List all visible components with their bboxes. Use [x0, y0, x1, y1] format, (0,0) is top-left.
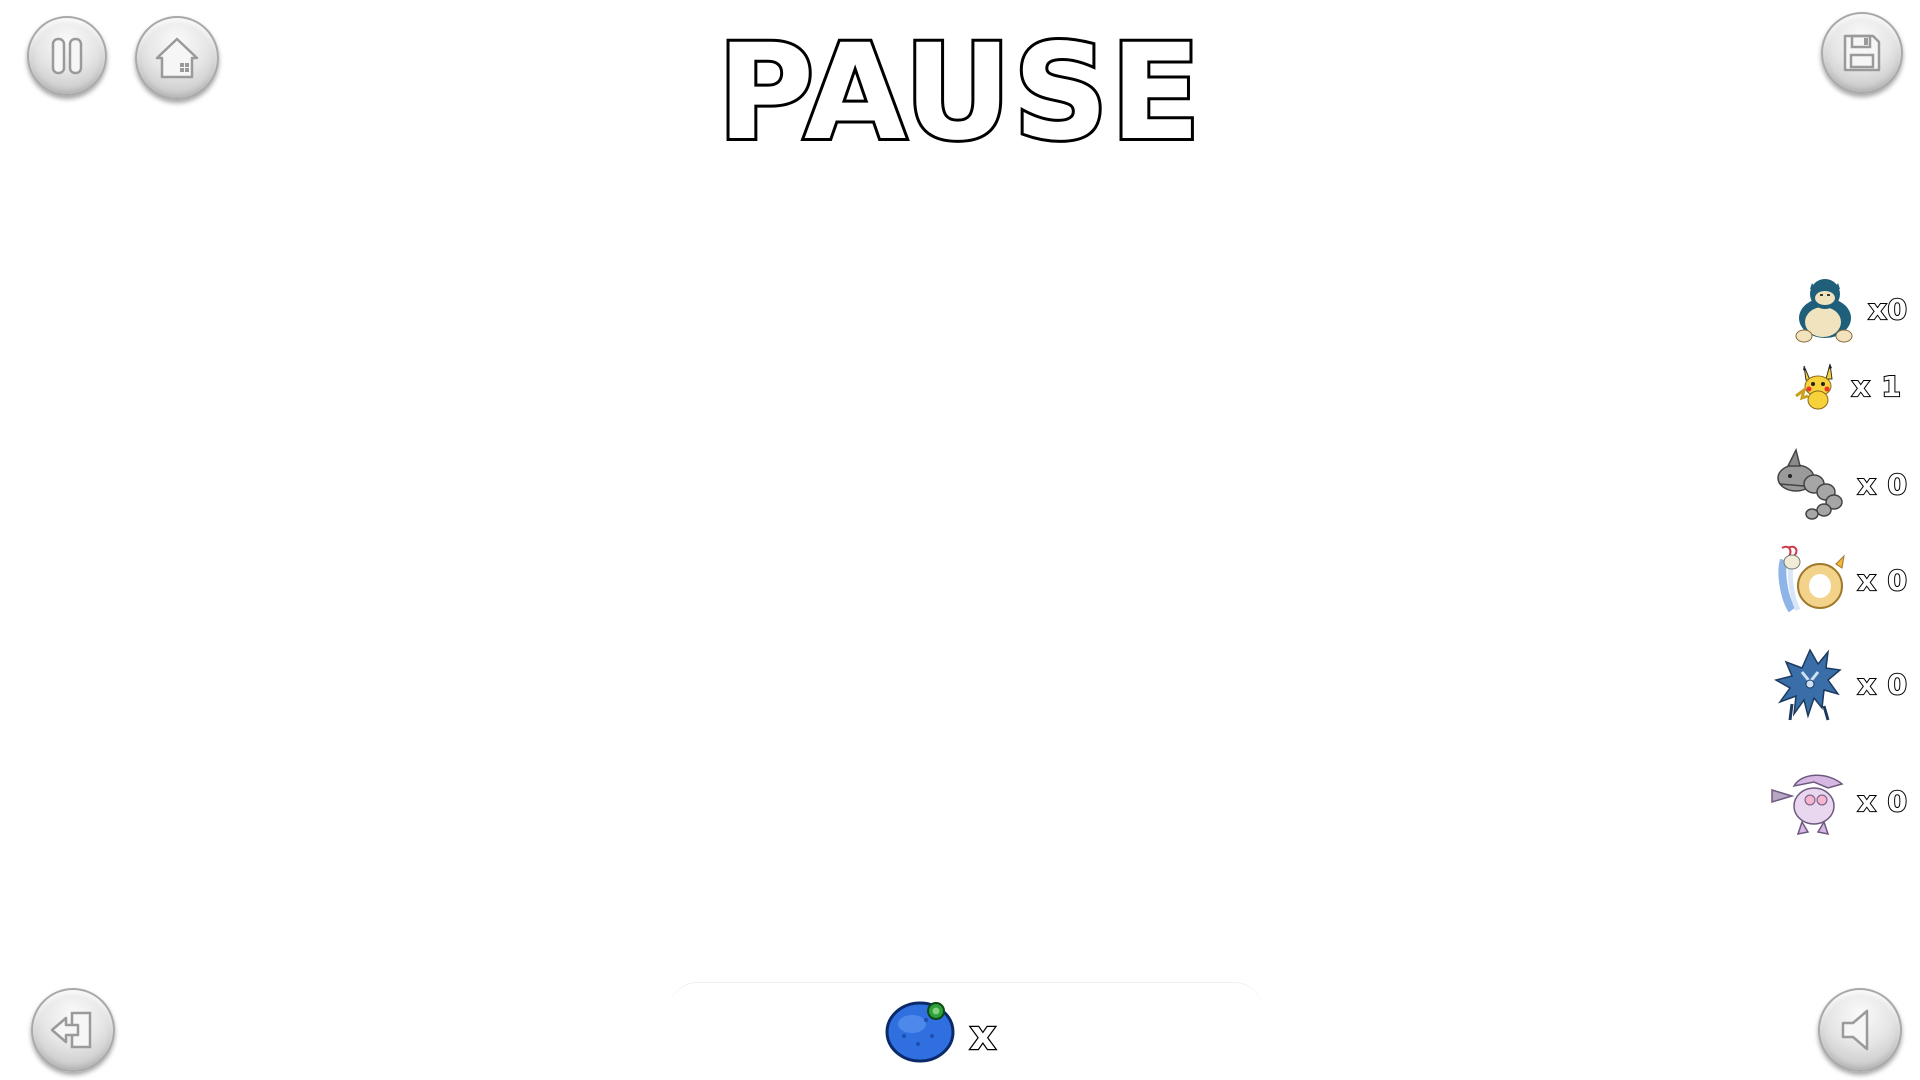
roster-count: x 0 — [1857, 784, 1908, 819]
exit-door-icon — [50, 1011, 92, 1049]
milotic-sprite-icon — [1778, 545, 1845, 613]
snorlax-sprite-icon — [1795, 279, 1853, 343]
palkia-sprite-icon — [1770, 774, 1844, 835]
floppy-disk-icon — [1843, 34, 1881, 72]
dialga-sprite-icon — [1773, 648, 1842, 721]
blue-berry-icon — [885, 1001, 955, 1063]
roster-entry-palkia: x 0 — [1768, 766, 1908, 836]
onix-sprite-icon — [1776, 448, 1843, 520]
captured-roster: x0 x 1 x 0 x 0 x 0 x 0 — [1760, 260, 1920, 860]
roster-entry-pikachu: x 1 — [1792, 360, 1902, 412]
berry-inventory: x — [884, 996, 997, 1064]
pause-title: PAUSE — [714, 15, 1203, 171]
roster-count: x 0 — [1857, 563, 1908, 598]
berry-count: x — [969, 1013, 997, 1059]
roster-count: x 0 — [1857, 667, 1908, 702]
exit-button[interactable] — [31, 988, 115, 1072]
save-button[interactable] — [1821, 12, 1903, 94]
roster-entry-dialga: x 0 — [1772, 644, 1908, 724]
roster-count: x 1 — [1851, 369, 1902, 404]
roster-entry-onix: x 0 — [1774, 448, 1908, 520]
roster-count: x 0 — [1857, 467, 1908, 502]
roster-entry-milotic: x 0 — [1774, 542, 1908, 618]
pikachu-sprite-icon — [1794, 363, 1833, 410]
roster-entry-snorlax: x0 — [1790, 274, 1908, 344]
roster-count: x0 — [1867, 292, 1908, 327]
sound-button[interactable] — [1818, 988, 1902, 1072]
speaker-icon — [1841, 1009, 1869, 1051]
